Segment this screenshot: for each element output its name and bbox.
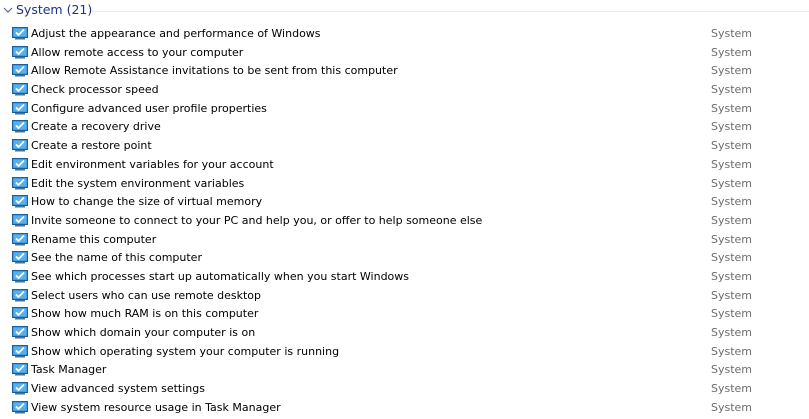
monitor-check-icon [12,45,28,59]
item-category: System [711,400,753,414]
list-item[interactable]: Show which operating system your compute… [0,343,809,362]
list-item[interactable]: Task Manager System [0,361,809,380]
monitor-check-icon [12,27,28,40]
item-label: View system resource usage in Task Manag… [31,400,281,414]
monitor-check-icon [12,157,28,171]
item-label: Allow remote access to your computer [31,45,244,59]
item-category: System [711,101,753,115]
item-label: Allow Remote Assistance invitations to b… [31,64,398,78]
item-category: System [711,326,753,339]
item-label: Adjust the appearance and performance of… [31,27,321,40]
item-category: System [711,251,753,265]
item-category: System [711,232,753,246]
item-category: System [711,83,753,97]
monitor-check-icon [12,326,28,339]
monitor-check-icon [12,139,28,152]
monitor-check-icon [12,269,28,283]
item-label: Select users who can use remote desktop [31,288,262,302]
list-item[interactable]: How to change the size of virtual memory… [0,193,809,212]
item-category: System [711,344,753,358]
list-item[interactable]: Adjust the appearance and performance of… [0,25,809,44]
monitor-check-icon [12,307,28,320]
item-label: View advanced system settings [31,382,205,396]
item-label: Create a restore point [31,139,152,153]
item-label: Edit the system environment variables [31,176,245,190]
item-label: Check processor speed [31,83,159,97]
results-list: Adjust the appearance and performance of… [0,25,809,417]
item-category: System [711,213,753,227]
monitor-check-icon [12,232,28,246]
item-label: Task Manager [31,363,107,377]
list-item[interactable]: Edit environment variables for your acco… [0,156,809,175]
list-item[interactable]: Configure advanced user profile properti… [0,100,809,119]
monitor-check-icon [12,400,28,414]
group-divider [92,11,809,12]
monitor-check-icon [12,251,28,264]
list-item[interactable]: Create a restore point System [0,137,809,156]
group-title[interactable]: System (21) [16,2,92,17]
item-label: Show which domain your computer is on [31,326,256,339]
monitor-check-icon [12,213,28,227]
item-category: System [711,195,753,209]
item-category: System [711,64,753,78]
item-category: System [711,176,753,190]
list-item[interactable]: Select users who can use remote desktop … [0,287,809,306]
chevron-down-icon[interactable] [3,5,13,15]
item-label: Rename this computer [31,232,157,246]
list-item[interactable]: Show which domain your computer is on Sy… [0,324,809,343]
monitor-check-icon [12,64,28,77]
list-item[interactable]: See which processes start up automatical… [0,268,809,287]
list-item[interactable]: Edit the system environment variables Sy… [0,175,809,194]
item-category: System [711,307,753,321]
list-item[interactable]: Create a recovery drive System [0,118,809,137]
item-category: System [711,139,753,153]
item-label: Show how much RAM is on this computer [31,307,259,321]
list-item[interactable]: Rename this computer System [0,231,809,250]
item-label: See which processes start up automatical… [31,269,410,283]
item-category: System [711,157,753,171]
list-item[interactable]: View system resource usage in Task Manag… [0,399,809,418]
item-category: System [711,382,753,396]
list-item[interactable]: Check processor speed System [0,81,809,100]
item-category: System [711,363,753,377]
monitor-check-icon [12,382,28,395]
monitor-check-icon [12,288,28,302]
list-item[interactable]: See the name of this computer System [0,249,809,268]
monitor-check-icon [12,344,28,358]
item-label: Invite someone to connect to your PC and… [31,213,483,227]
item-category: System [711,269,753,283]
item-label: Configure advanced user profile properti… [31,101,267,115]
item-category: System [711,45,753,59]
list-item[interactable]: Invite someone to connect to your PC and… [0,212,809,231]
list-item[interactable]: Allow remote access to your computer Sys… [0,44,809,63]
item-label: How to change the size of virtual memory [31,195,263,209]
item-category: System [711,27,753,40]
item-category: System [711,120,753,134]
monitor-check-icon [12,83,28,96]
monitor-check-icon [12,176,28,189]
monitor-check-icon [12,195,28,208]
list-item[interactable]: Show how much RAM is on this computer Sy… [0,305,809,324]
monitor-check-icon [12,120,28,133]
list-item[interactable]: View advanced system settings System [0,380,809,399]
list-item[interactable]: Allow Remote Assistance invitations to b… [0,62,809,81]
monitor-check-icon [12,363,28,376]
group-header-system[interactable]: System (21) [0,0,809,22]
item-label: Show which operating system your compute… [31,344,340,358]
item-label: Edit environment variables for your acco… [31,157,274,171]
item-label: Create a recovery drive [31,120,161,134]
item-category: System [711,288,753,302]
item-label: See the name of this computer [31,251,202,265]
monitor-check-icon [12,101,28,115]
